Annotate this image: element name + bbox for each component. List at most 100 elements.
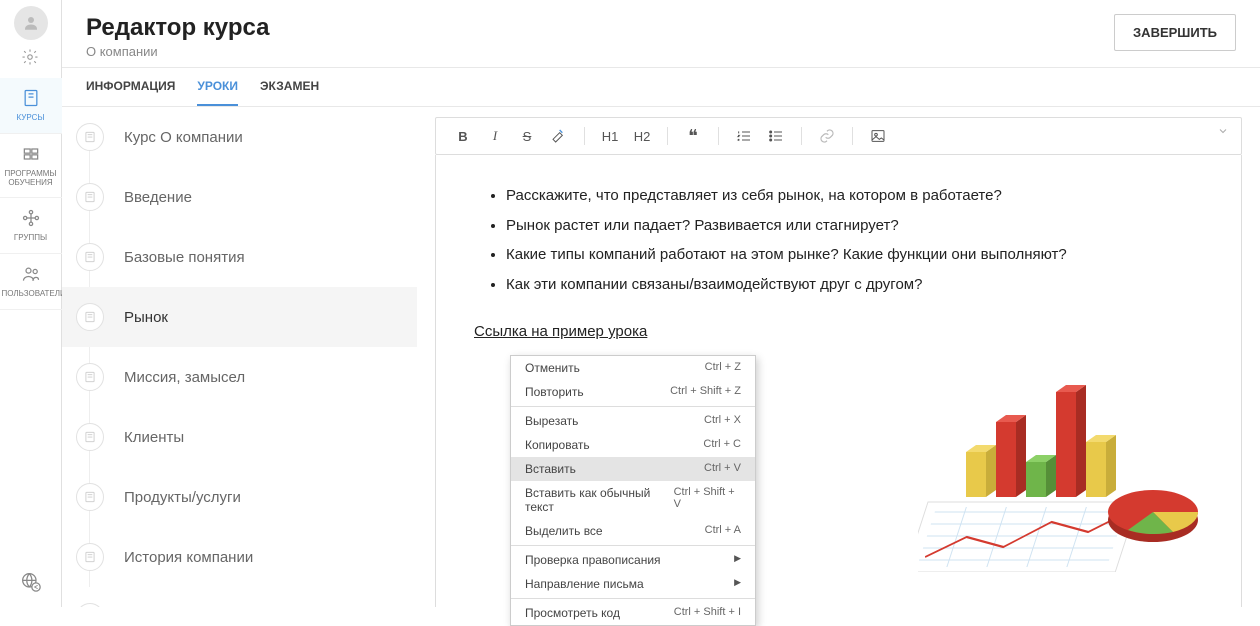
submenu-arrow-icon: ▶ — [734, 553, 741, 567]
lesson-label: Рынок — [124, 309, 168, 326]
context-menu-item[interactable]: Вырезать Ctrl + X — [511, 409, 755, 433]
lesson-dot-icon — [76, 483, 104, 511]
lesson-label: Продукты/услуги — [124, 489, 241, 506]
lesson-dot-icon — [76, 423, 104, 451]
context-menu-label: Вырезать — [525, 414, 578, 428]
tab-info[interactable]: ИНФОРМАЦИЯ — [86, 68, 175, 106]
context-menu-item[interactable]: Отменить Ctrl + Z — [511, 356, 755, 380]
context-menu-label: Вставить — [525, 462, 576, 476]
sidebar-item-label: ГРУППЫ — [2, 234, 60, 243]
lesson-item[interactable]: Курс О компании — [62, 107, 417, 167]
context-menu-item[interactable]: Проверка правописания ▶ — [511, 548, 755, 572]
context-menu-label: Направление письма — [525, 577, 644, 591]
bold-button[interactable]: B — [448, 124, 478, 148]
shortcut-label: Ctrl + X — [704, 414, 741, 428]
link-button[interactable] — [812, 124, 842, 148]
lesson-dot-icon — [76, 543, 104, 571]
chart-illustration — [918, 362, 1218, 572]
sidebar-item-courses[interactable]: КУРСЫ — [0, 78, 62, 134]
context-menu-item[interactable]: Направление письма ▶ — [511, 572, 755, 596]
tabs: ИНФОРМАЦИЯ УРОКИ ЭКЗАМЕН — [62, 68, 1260, 107]
lesson-label: Клиенты — [124, 429, 184, 446]
sidebar-item-programs[interactable]: ПРОГРАММЫ ОБУЧЕНИЯ — [0, 134, 62, 199]
avatar[interactable] — [14, 6, 48, 40]
page-title: Редактор курса — [86, 14, 1114, 42]
page-subtitle: О компании — [86, 44, 1114, 59]
shortcut-label: Ctrl + Shift + V — [674, 486, 741, 514]
complete-button[interactable]: ЗАВЕРШИТЬ — [1114, 14, 1236, 51]
context-menu-item[interactable]: Повторить Ctrl + Shift + Z — [511, 380, 755, 404]
sidebar-item-groups[interactable]: ГРУППЫ — [0, 198, 62, 254]
context-menu-item[interactable]: Копировать Ctrl + C — [511, 433, 755, 457]
lesson-item[interactable]: Цель — [62, 587, 417, 607]
language-icon[interactable] — [9, 560, 53, 607]
groups-icon — [2, 208, 60, 231]
lesson-item[interactable]: Введение — [62, 167, 417, 227]
lesson-dot-icon — [76, 243, 104, 271]
lesson-dot-icon — [76, 123, 104, 151]
content-bullet: Рынок растет или падает? Развивается или… — [506, 213, 1203, 239]
lesson-dot-icon — [76, 603, 104, 607]
shortcut-label: Ctrl + C — [703, 438, 741, 452]
context-menu-label: Отменить — [525, 361, 580, 375]
lesson-dot-icon — [76, 303, 104, 331]
programs-icon — [2, 144, 60, 167]
submenu-arrow-icon: ▶ — [734, 577, 741, 591]
strike-button[interactable]: S — [512, 124, 542, 148]
image-button[interactable] — [863, 124, 893, 148]
context-menu-item[interactable]: Вставить Ctrl + V — [511, 457, 755, 481]
highlight-button[interactable] — [544, 124, 574, 148]
lesson-item[interactable]: История компании — [62, 527, 417, 587]
example-link[interactable]: Ссылка на пример урока — [474, 319, 647, 345]
sidebar-item-label: ПОЛЬЗОВАТЕЛИ — [2, 290, 60, 299]
courses-icon — [2, 88, 60, 111]
content-bullet: Как эти компании связаны/взаимодействуют… — [506, 272, 1203, 298]
context-menu-label: Проверка правописания — [525, 553, 661, 567]
shortcut-label: Ctrl + A — [705, 524, 741, 538]
sidebar-item-label: ПРОГРАММЫ ОБУЧЕНИЯ — [2, 170, 60, 188]
chevron-down-icon[interactable] — [1215, 124, 1231, 140]
context-menu: Отменить Ctrl + Z Повторить Ctrl + Shift + … — [510, 355, 756, 626]
context-menu-item[interactable]: Выделить все Ctrl + A — [511, 519, 755, 543]
lesson-label: Введение — [124, 189, 192, 206]
lesson-item[interactable]: Продукты/услуги — [62, 467, 417, 527]
lesson-item[interactable]: Миссия, замысел — [62, 347, 417, 407]
quote-button[interactable]: ❝ — [678, 124, 708, 148]
content-bullet: Расскажите, что представляет из себя рын… — [506, 183, 1203, 209]
lesson-dot-icon — [76, 363, 104, 391]
lesson-item[interactable]: Базовые понятия — [62, 227, 417, 287]
lesson-label: Курс О компании — [124, 129, 243, 146]
h2-button[interactable]: H2 — [627, 124, 657, 148]
shortcut-label: Ctrl + Shift + Z — [670, 385, 741, 399]
lesson-item[interactable]: Клиенты — [62, 407, 417, 467]
h1-button[interactable]: H1 — [595, 124, 625, 148]
shortcut-label: Ctrl + Shift + I — [674, 606, 741, 620]
lesson-item[interactable]: Рынок — [62, 287, 417, 347]
context-menu-label: Выделить все — [525, 524, 603, 538]
sidebar-item-label: КУРСЫ — [2, 114, 60, 123]
lesson-label: Базовые понятия — [124, 249, 245, 266]
context-menu-label: Повторить — [525, 385, 584, 399]
gear-icon[interactable] — [21, 48, 41, 68]
context-menu-label: Копировать — [525, 438, 590, 452]
ol-button[interactable] — [729, 124, 759, 148]
context-menu-item[interactable]: Вставить как обычный текстCtrl + Shift +… — [511, 481, 755, 519]
ul-button[interactable] — [761, 124, 791, 148]
shortcut-label: Ctrl + V — [704, 462, 741, 476]
tab-lessons[interactable]: УРОКИ — [197, 68, 238, 106]
header: Редактор курса О компании ЗАВЕРШИТЬ — [62, 0, 1260, 68]
context-menu-item[interactable]: Просмотреть код Ctrl + Shift + I — [511, 601, 755, 625]
context-menu-label: Вставить как обычный текст — [525, 486, 674, 514]
context-menu-label: Просмотреть код — [525, 606, 620, 620]
sidebar-item-users[interactable]: ПОЛЬЗОВАТЕЛИ — [0, 254, 62, 310]
content-bullet: Какие типы компаний работают на этом рын… — [506, 242, 1203, 268]
lesson-list: Курс О компании Введение Базовые понятия Ры… — [62, 107, 417, 607]
shortcut-label: Ctrl + Z — [705, 361, 741, 375]
lesson-label: Миссия, замысел — [124, 369, 245, 386]
left-sidebar: КУРСЫ ПРОГРАММЫ ОБУЧЕНИЯ ГРУППЫ ПОЛЬЗОВАТЕЛ… — [0, 0, 62, 607]
tab-exam[interactable]: ЭКЗАМЕН — [260, 68, 319, 106]
users-icon — [2, 264, 60, 287]
italic-button[interactable]: I — [480, 124, 510, 148]
lesson-dot-icon — [76, 183, 104, 211]
lesson-label: История компании — [124, 549, 253, 566]
